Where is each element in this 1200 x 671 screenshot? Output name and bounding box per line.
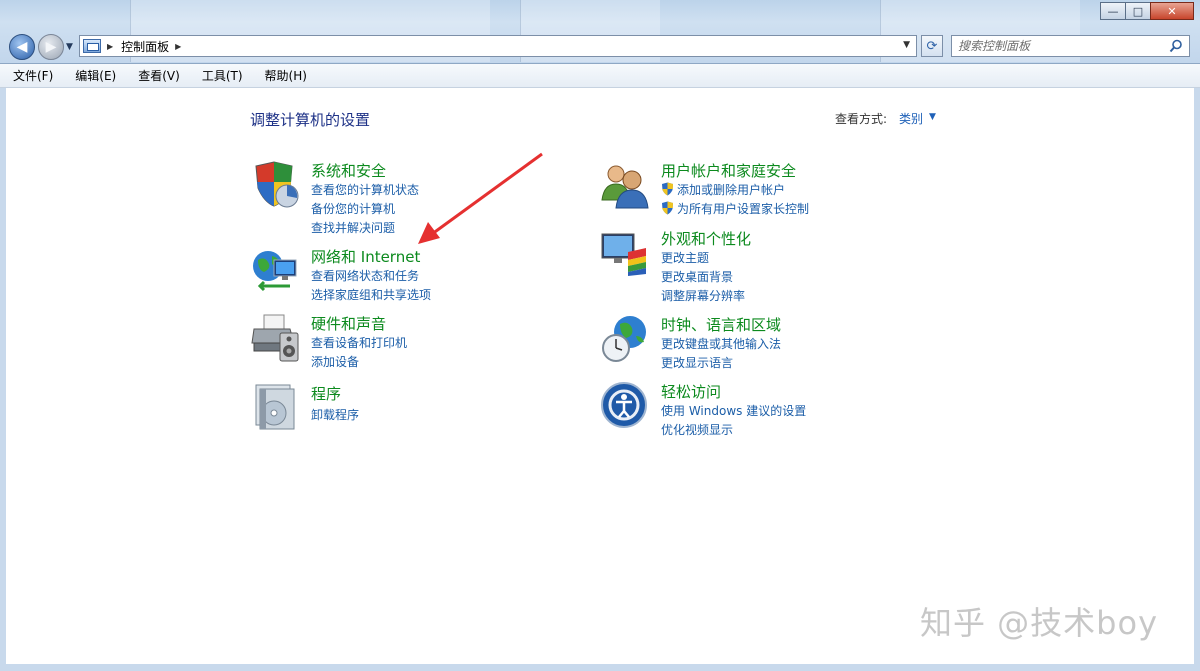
category-link[interactable]: 添加设备	[311, 353, 359, 370]
clock-globe-icon	[602, 316, 646, 362]
category-link[interactable]: 为所有用户设置家长控制	[661, 200, 809, 217]
users-icon	[601, 165, 649, 209]
watermark: 知乎 @技术boy	[920, 604, 1159, 642]
category-title[interactable]: 用户帐户和家庭安全	[661, 160, 796, 181]
menu-tools[interactable]: 工具(T)	[199, 65, 246, 86]
window-frame-right	[1194, 88, 1200, 671]
link-text: 添加或删除用户帐户	[677, 183, 786, 197]
link-text: 为所有用户设置家长控制	[677, 202, 810, 216]
category-ease-of-access: 轻松访问 使用 Windows 建议的设置 优化视频显示	[600, 381, 880, 439]
view-by-label: 查看方式:	[835, 112, 888, 126]
category-clock-language-region: 时钟、语言和区域 更改键盘或其他输入法 更改显示语言	[600, 314, 880, 372]
category-link[interactable]: 查看您的计算机状态	[311, 181, 419, 198]
search-input[interactable]	[958, 39, 1158, 53]
category-title[interactable]: 时钟、语言和区域	[661, 314, 781, 335]
printer-speaker-icon	[251, 314, 299, 362]
back-button[interactable]: ◀	[9, 34, 35, 60]
category-link[interactable]: 备份您的计算机	[311, 200, 395, 217]
page-title: 调整计算机的设置	[250, 111, 371, 129]
category-appearance: 外观和个性化 更改主题 更改桌面背景 调整屏幕分辨率	[600, 228, 880, 304]
address-bar[interactable]: ▶ 控制面板 ▶ ▼	[79, 35, 917, 57]
category-title[interactable]: 硬件和声音	[311, 313, 386, 334]
network-globe-icon	[253, 251, 297, 292]
forward-button[interactable]: ▶	[38, 34, 64, 60]
category-link[interactable]: 更改键盘或其他输入法	[661, 335, 781, 352]
category-network-internet: 网络和 Internet 查看网络状态和任务 选择家庭组和共享选项	[250, 246, 510, 304]
category-title[interactable]: 系统和安全	[311, 160, 386, 181]
category-link[interactable]: 调整屏幕分辨率	[661, 287, 745, 304]
breadcrumb-separator-icon[interactable]: ▶	[175, 42, 181, 51]
category-title[interactable]: 网络和 Internet	[311, 246, 420, 267]
programs-disc-icon	[255, 384, 295, 430]
menu-help[interactable]: 帮助(H)	[262, 65, 310, 86]
window-titlebar: — □ ✕ ◀ ▶ ▼ ▶ 控制面板 ▶ ▼ ⟳	[0, 0, 1200, 64]
category-link[interactable]: 查看网络状态和任务	[311, 267, 419, 284]
category-programs: 程序 卸载程序	[250, 383, 510, 433]
maximize-button[interactable]: □	[1125, 2, 1151, 20]
uac-shield-icon	[662, 182, 673, 196]
menu-view[interactable]: 查看(V)	[135, 65, 183, 86]
category-link[interactable]: 查看设备和打印机	[311, 334, 407, 351]
search-box[interactable]	[951, 35, 1190, 57]
window-controls: — □ ✕	[1100, 2, 1194, 20]
category-link[interactable]: 使用 Windows 建议的设置	[661, 402, 806, 419]
window-frame-bottom	[0, 664, 1200, 671]
category-link[interactable]: 查找并解决问题	[311, 219, 395, 236]
ease-of-access-icon	[601, 382, 647, 428]
category-user-accounts: 用户帐户和家庭安全 添加或删除用户帐户 为所有用户设置家长控制	[600, 160, 880, 220]
category-title[interactable]: 外观和个性化	[661, 228, 751, 249]
window-frame-left	[0, 88, 6, 671]
address-dropdown-icon[interactable]: ▼	[903, 40, 910, 50]
category-title[interactable]: 轻松访问	[661, 381, 721, 402]
menu-file[interactable]: 文件(F)	[10, 65, 56, 86]
view-by-dropdown[interactable]: 类别	[899, 110, 923, 127]
menu-edit[interactable]: 编辑(E)	[72, 65, 119, 86]
category-title[interactable]: 程序	[311, 383, 341, 404]
category-link[interactable]: 更改桌面背景	[661, 268, 733, 285]
annotation-arrow-icon	[418, 152, 543, 244]
menu-bar: 文件(F) 编辑(E) 查看(V) 工具(T) 帮助(H)	[0, 64, 1200, 88]
control-panel-icon	[83, 39, 101, 53]
category-link[interactable]: 更改显示语言	[661, 354, 733, 371]
category-link[interactable]: 卸载程序	[311, 406, 359, 423]
refresh-button[interactable]: ⟳	[921, 35, 943, 57]
shield-icon	[255, 161, 299, 208]
breadcrumb-control-panel[interactable]: 控制面板	[121, 38, 169, 55]
category-link[interactable]: 添加或删除用户帐户	[661, 181, 785, 198]
uac-shield-icon	[662, 201, 673, 215]
search-icon[interactable]	[1169, 39, 1183, 53]
category-hardware-sound: 硬件和声音 查看设备和打印机 添加设备	[250, 313, 510, 371]
view-by-caret-icon[interactable]: ▼	[929, 112, 936, 122]
close-button[interactable]: ✕	[1150, 2, 1194, 20]
monitor-palette-icon	[601, 233, 646, 276]
category-link[interactable]: 选择家庭组和共享选项	[311, 286, 431, 303]
category-link[interactable]: 优化视频显示	[661, 421, 733, 438]
recent-pages-dropdown-icon[interactable]: ▼	[66, 42, 73, 52]
minimize-button[interactable]: —	[1100, 2, 1126, 20]
breadcrumb-separator-icon[interactable]: ▶	[107, 42, 113, 51]
category-link[interactable]: 更改主题	[661, 249, 709, 266]
